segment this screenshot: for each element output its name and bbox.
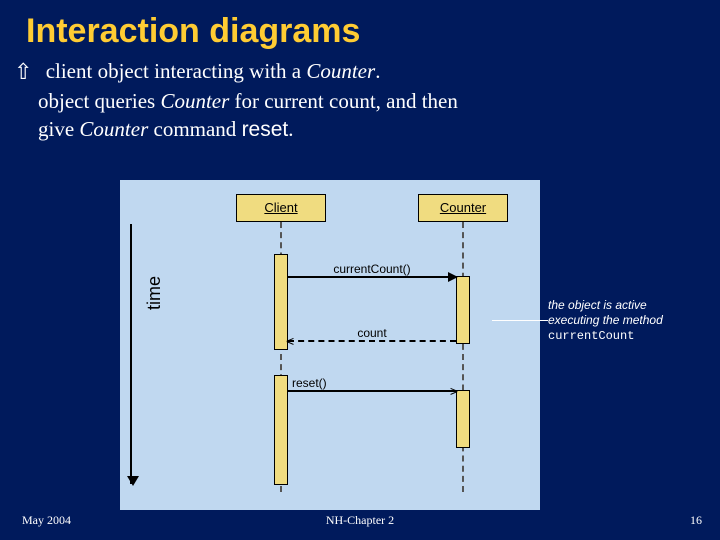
counter-activation-reset: [456, 390, 470, 448]
sequence-diagram: time Client Counter currentCount() count…: [120, 180, 540, 510]
message-return-count: count <: [288, 340, 456, 342]
bullet-fragment: for current count, and then: [229, 89, 458, 113]
client-activation: [274, 375, 288, 485]
message-label: reset(): [292, 376, 460, 390]
footer-page-number: 16: [690, 513, 702, 528]
counter-word: Counter: [160, 89, 229, 113]
arrowhead-left-open-icon: <: [286, 335, 294, 347]
arrowhead-right-open-icon: >: [450, 385, 458, 397]
annotation-connector-line: [492, 320, 548, 321]
slide-title: Interaction diagrams: [0, 0, 720, 57]
bullet-fragment: client object interacting with a: [46, 59, 307, 83]
counter-activation-currentcount: [456, 276, 470, 344]
bullet-fragment: give: [38, 117, 79, 141]
bullet-text: ⇧ client object interacting with a Count…: [0, 57, 720, 144]
bullet-arrow-icon: ⇧: [14, 57, 32, 87]
counter-word: Counter: [79, 117, 148, 141]
time-axis-label: time: [144, 276, 165, 310]
footer-chapter: NH-Chapter 2: [0, 513, 720, 528]
bullet-fragment: .: [288, 117, 293, 141]
bullet-fragment: command: [148, 117, 241, 141]
annotation-method-name: currentCount: [548, 329, 634, 343]
message-reset: reset() >: [288, 390, 456, 392]
annotation-line: executing the method: [548, 313, 663, 327]
bullet-fragment: object queries: [38, 89, 160, 113]
bullet-fragment: .: [375, 59, 380, 83]
time-arrow-icon: [130, 224, 132, 484]
arrowhead-right-icon: [448, 272, 458, 282]
message-currentcount: currentCount(): [288, 276, 456, 278]
reset-word: reset: [242, 118, 289, 141]
annotation-line: the object is active: [548, 298, 647, 312]
message-label: count: [288, 326, 456, 340]
counter-object-box: Counter: [418, 194, 508, 222]
counter-word: Counter: [306, 59, 375, 83]
client-object-box: Client: [236, 194, 326, 222]
message-label: currentCount(): [288, 262, 456, 276]
counter-lifeline: [462, 222, 464, 492]
annotation-text: the object is active executing the metho…: [548, 298, 663, 344]
